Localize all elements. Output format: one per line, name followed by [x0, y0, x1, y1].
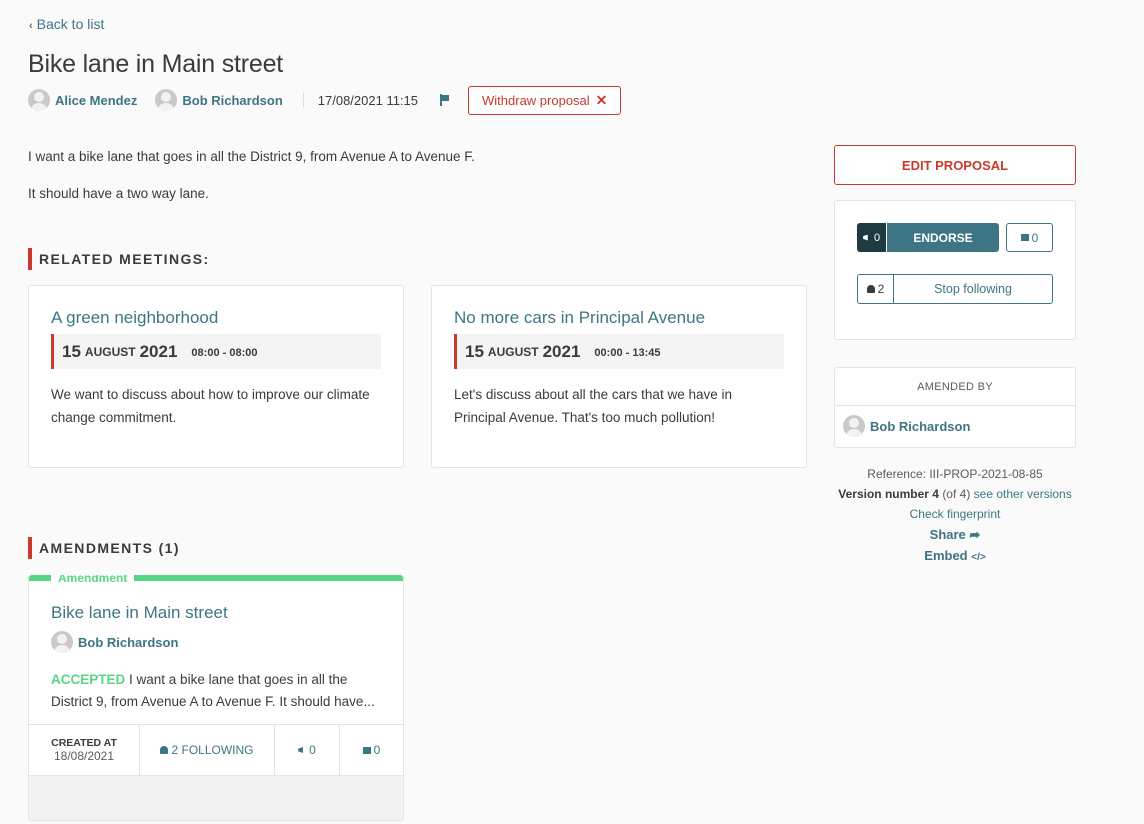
endorse-button[interactable]: ENDORSE	[887, 223, 999, 252]
body-paragraph: I want a bike lane that goes in all the …	[28, 149, 475, 164]
meeting-card[interactable]: A green neighborhood 15 August 2021 08:0…	[28, 285, 404, 468]
followers-count: 2	[858, 275, 894, 303]
stop-following-button[interactable]: Stop following	[894, 275, 1052, 303]
megaphone-icon	[862, 234, 868, 241]
author-name[interactable]: Bob Richardson	[182, 93, 282, 108]
meeting-year: 2021	[542, 341, 581, 361]
body-paragraph: It should have a two way lane.	[28, 186, 209, 201]
back-to-list-link[interactable]: ‹ Back to list	[29, 16, 104, 32]
meeting-date: 15 August 2021 00:00 - 13:45	[454, 334, 784, 369]
follow-group: 2 Stop following	[857, 274, 1053, 304]
bell-icon	[160, 746, 169, 754]
embed-link[interactable]: Embed </>	[924, 548, 985, 563]
version-info: Version number 4 (of 4) see other versio…	[838, 487, 1072, 501]
avatar	[155, 89, 178, 111]
meeting-time: 08:00 - 08:00	[191, 347, 258, 359]
avatar	[28, 89, 50, 111]
see-other-versions-link[interactable]: see other versions	[974, 487, 1072, 501]
withdraw-proposal-button[interactable]: Withdraw proposal ✕	[468, 85, 622, 115]
chevron-left-icon: ‹	[29, 20, 33, 32]
share-link[interactable]: Share ➦	[930, 527, 981, 542]
amendments-heading: Amendments (1)	[28, 537, 180, 559]
comments-count: 0	[340, 725, 403, 775]
reference-block: Reference: III-PROP-2021-08-85 Version n…	[834, 464, 1076, 568]
related-meetings-heading: Related meetings:	[28, 248, 210, 270]
amended-by-heading: AMENDED BY	[835, 368, 1075, 406]
author[interactable]: Bob Richardson	[835, 406, 1075, 446]
comment-icon	[1020, 234, 1029, 241]
meeting-description: We want to discuss about how to improve …	[51, 387, 370, 425]
author[interactable]: Bob Richardson	[51, 631, 381, 653]
actions-card: 0 ENDORSE 0 2 Stop following	[834, 200, 1076, 340]
author-name[interactable]: Bob Richardson	[870, 419, 970, 434]
proposal-meta: Alice Mendez Bob Richardson 17/08/2021 1…	[28, 85, 622, 115]
meeting-title[interactable]: No more cars in Principal Avenue	[454, 308, 784, 328]
meeting-day: 15	[465, 341, 484, 361]
reference: Reference: III-PROP-2021-08-85	[867, 467, 1043, 481]
meeting-card[interactable]: No more cars in Principal Avenue 15 Augu…	[431, 285, 807, 468]
endorse-count: 0	[857, 223, 887, 252]
status-badge: ACCEPTED	[51, 672, 126, 687]
avatar	[843, 415, 865, 437]
meeting-year: 2021	[139, 341, 178, 361]
code-icon: </>	[971, 552, 986, 563]
page-title: Bike lane in Main street	[28, 50, 284, 78]
amendment-excerpt: ACCEPTED I want a bike lane that goes in…	[51, 672, 375, 709]
following-count: 2 FOLLOWING	[140, 725, 275, 775]
amendment-label: Amendment	[51, 575, 135, 585]
meeting-day: 15	[62, 341, 81, 361]
avatar	[51, 631, 73, 653]
comments-button[interactable]: 0	[1006, 223, 1053, 252]
author-name[interactable]: Bob Richardson	[78, 635, 178, 650]
author-name[interactable]: Alice Mendez	[55, 93, 137, 108]
amendment-footer: CREATED AT 18/08/2021 2 FOLLOWING 0 0	[29, 724, 403, 776]
check-fingerprint-link[interactable]: Check fingerprint	[910, 507, 1001, 521]
close-icon: ✕	[595, 91, 608, 108]
endorse-group: 0 ENDORSE	[857, 223, 999, 252]
author[interactable]: Bob Richardson	[155, 89, 283, 111]
flag-icon[interactable]	[440, 94, 450, 106]
divider	[302, 93, 304, 107]
card-footer-area	[29, 776, 403, 820]
bell-icon	[866, 285, 875, 293]
author[interactable]: Alice Mendez	[28, 89, 137, 111]
amended-by-card: AMENDED BY Bob Richardson	[834, 367, 1076, 448]
amendment-title[interactable]: Bike lane in Main street	[51, 603, 381, 623]
comment-icon	[362, 746, 371, 754]
meeting-time: 00:00 - 13:45	[594, 347, 661, 359]
meeting-description: Let's discuss about all the cars that we…	[454, 387, 732, 425]
meeting-month: August	[487, 344, 539, 359]
endorsements-count: 0	[275, 725, 340, 775]
meeting-month: August	[84, 344, 136, 359]
created-at: CREATED AT 18/08/2021	[29, 725, 140, 775]
amendment-card[interactable]: Amendment Bike lane in Main street Bob R…	[28, 575, 404, 821]
meeting-title[interactable]: A green neighborhood	[51, 308, 381, 328]
proposal-body: I want a bike lane that goes in all the …	[28, 148, 475, 222]
meeting-date: 15 August 2021 08:00 - 08:00	[51, 334, 381, 369]
megaphone-icon	[298, 747, 303, 753]
proposal-date: 17/08/2021 11:15	[317, 92, 419, 108]
share-icon: ➦	[969, 527, 981, 542]
edit-proposal-button[interactable]: EDIT PROPOSAL	[834, 145, 1076, 185]
